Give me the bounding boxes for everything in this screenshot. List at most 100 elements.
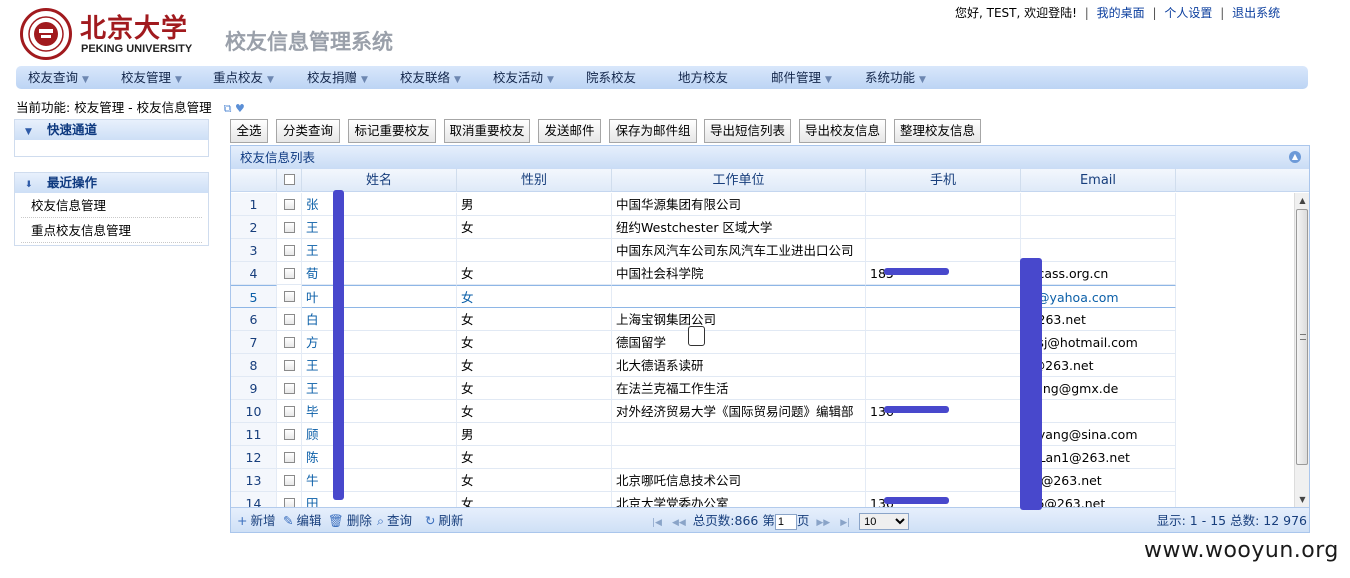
row-checkbox[interactable] xyxy=(277,400,302,423)
row-checkbox[interactable] xyxy=(277,469,302,492)
cell-name[interactable]: 王 xyxy=(302,239,457,262)
checkbox[interactable] xyxy=(284,452,295,463)
scroll-thumb[interactable] xyxy=(1296,209,1308,465)
nav-mail[interactable]: 邮件管理 ▼ xyxy=(771,66,832,89)
table-row[interactable]: 8 王女北大德语系读研 a@263.net xyxy=(231,354,1295,377)
row-checkbox[interactable] xyxy=(277,331,302,354)
col-phone[interactable]: 手机 xyxy=(866,169,1021,192)
next-page-icon[interactable]: ▶▶ xyxy=(816,518,830,528)
delete-button[interactable]: 🗑 删除 xyxy=(328,508,372,532)
checkbox[interactable] xyxy=(284,360,295,371)
checkbox[interactable] xyxy=(284,406,295,417)
first-page-icon[interactable]: |◀ xyxy=(652,518,662,528)
logout-link[interactable]: 退出系统 xyxy=(1232,6,1280,20)
nav-key-alumni[interactable]: 重点校友 ▼ xyxy=(213,66,274,89)
add-button[interactable]: + 新增 xyxy=(237,508,276,532)
row-checkbox[interactable] xyxy=(277,377,302,400)
scroll-down-icon[interactable]: ▼ xyxy=(1295,492,1309,507)
nav-contact[interactable]: 校友联络 ▼ xyxy=(400,66,461,89)
last-page-icon[interactable]: ▶| xyxy=(840,518,850,528)
table-row[interactable]: 2 王女纽约Westchester 区域大学 xyxy=(231,216,1295,239)
col-email[interactable]: Email xyxy=(1021,169,1176,192)
col-name[interactable]: 姓名 xyxy=(302,169,457,192)
prev-page-icon[interactable]: ◀◀ xyxy=(672,518,686,528)
mark-important-button[interactable]: 标记重要校友 xyxy=(348,119,436,143)
table-row[interactable]: 13 牛女北京哪吒信息技术公司 ng@263.net xyxy=(231,469,1295,492)
table-row[interactable]: 14 田女北京大学党委办公室 136 l96@263.net xyxy=(231,492,1295,507)
checkbox[interactable] xyxy=(284,314,295,325)
search-button[interactable]: ⌕ 查询 xyxy=(377,508,412,532)
cell-name[interactable]: 陈 xyxy=(302,446,457,469)
table-row[interactable]: 6 白女上海宝钢集团公司 @263.net xyxy=(231,308,1295,331)
row-checkbox[interactable] xyxy=(277,492,302,507)
scroll-up-icon[interactable]: ▲ xyxy=(1295,193,1309,208)
select-all-button[interactable]: 全选 xyxy=(230,119,268,143)
organize-alumni-button[interactable]: 整理校友信息 xyxy=(894,119,981,143)
cell-name[interactable]: 毕 xyxy=(302,400,457,423)
nav-alumni-query[interactable]: 校友查询 ▼ xyxy=(28,66,89,89)
recent-item-key-alumni-info[interactable]: 重点校友信息管理 xyxy=(21,218,202,243)
checkbox[interactable] xyxy=(284,245,295,256)
cell-name[interactable]: 方 xyxy=(302,331,457,354)
cell-name[interactable]: 叶 xyxy=(302,285,457,308)
vertical-scrollbar[interactable]: ▲ ▼ xyxy=(1294,193,1309,507)
favorite-heart-icon[interactable]: ♥ xyxy=(235,102,245,115)
checkbox[interactable] xyxy=(284,337,295,348)
recent-ops-header[interactable]: ⬇ 最近操作 xyxy=(15,173,208,193)
cell-name[interactable]: 王 xyxy=(302,216,457,239)
row-checkbox[interactable] xyxy=(277,423,302,446)
table-row[interactable]: 5 叶女 af@yahoa.com xyxy=(231,285,1295,308)
table-row[interactable]: 1 张男中国华源集团有限公司 xyxy=(231,193,1295,216)
row-checkbox[interactable] xyxy=(277,308,302,331)
send-email-button[interactable]: 发送邮件 xyxy=(538,119,601,143)
cell-name[interactable]: 牛 xyxy=(302,469,457,492)
my-desktop-link[interactable]: 我的桌面 xyxy=(1097,6,1145,20)
checkbox[interactable] xyxy=(284,429,295,440)
refresh-button[interactable]: ↻ 刷新 xyxy=(425,508,464,532)
table-row[interactable]: 4 荀女中国社会科学院 185 @cass.org.cn xyxy=(231,262,1295,285)
nav-department[interactable]: 院系校友 xyxy=(586,66,636,89)
row-checkbox[interactable] xyxy=(277,193,302,216)
cell-name[interactable]: 王 xyxy=(302,377,457,400)
header-select-all-checkbox[interactable] xyxy=(277,169,302,192)
table-row[interactable]: 9 王女在法兰克福工作生活 wang@gmx.de xyxy=(231,377,1295,400)
nav-donation[interactable]: 校友捐赠 ▼ xyxy=(307,66,368,89)
collapse-up-icon[interactable]: ▲ xyxy=(1289,151,1301,163)
cell-name[interactable]: 荀 xyxy=(302,262,457,285)
row-checkbox[interactable] xyxy=(277,446,302,469)
table-row[interactable]: 7 方女德国留学 h-sj@hotmail.com xyxy=(231,331,1295,354)
col-gender[interactable]: 性别 xyxy=(457,169,612,192)
checkbox[interactable] xyxy=(284,498,295,507)
checkbox[interactable] xyxy=(284,383,295,394)
table-row[interactable]: 3 王 中国东风汽车公司东风汽车工业进出口公司 xyxy=(231,239,1295,262)
nav-local[interactable]: 地方校友 xyxy=(678,66,728,89)
checkbox[interactable] xyxy=(284,291,295,302)
table-row[interactable]: 10 毕女对外经济贸易大学《国际贸易问题》编辑部 136 xyxy=(231,400,1295,423)
nav-activities[interactable]: 校友活动 ▼ xyxy=(493,66,554,89)
row-checkbox[interactable] xyxy=(277,239,302,262)
cell-name[interactable]: 张 xyxy=(302,193,457,216)
edit-button[interactable]: ✎ 编辑 xyxy=(283,508,322,532)
cell-name[interactable]: 田 xyxy=(302,492,457,507)
checkbox[interactable] xyxy=(284,199,295,210)
popout-icon[interactable]: ⧉ xyxy=(224,102,232,115)
nav-alumni-manage[interactable]: 校友管理 ▼ xyxy=(121,66,182,89)
row-checkbox[interactable] xyxy=(277,285,302,308)
page-size-select[interactable]: 10 xyxy=(859,513,910,530)
cell-name[interactable]: 顾 xyxy=(302,423,457,446)
page-number-input[interactable] xyxy=(774,513,797,530)
save-mail-group-button[interactable]: 保存为邮件组 xyxy=(609,119,697,143)
nav-system[interactable]: 系统功能 ▼ xyxy=(865,66,926,89)
quick-access-header[interactable]: ▼ 快速通道 xyxy=(15,120,208,140)
category-query-button[interactable]: 分类查询 xyxy=(276,119,340,143)
checkbox[interactable] xyxy=(284,268,295,279)
cell-name[interactable]: 白 xyxy=(302,308,457,331)
checkbox[interactable] xyxy=(284,475,295,486)
unmark-important-button[interactable]: 取消重要校友 xyxy=(444,119,530,143)
table-row[interactable]: 11 顾男 rgyang@sina.com xyxy=(231,423,1295,446)
export-alumni-button[interactable]: 导出校友信息 xyxy=(799,119,886,143)
table-row[interactable]: 12 陈女 YaLan1@263.net xyxy=(231,446,1295,469)
checkbox[interactable] xyxy=(284,222,295,233)
row-checkbox[interactable] xyxy=(277,354,302,377)
export-sms-button[interactable]: 导出短信列表 xyxy=(704,119,791,143)
